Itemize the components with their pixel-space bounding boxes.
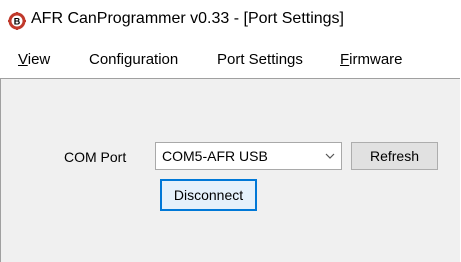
menu-bar: View Configuration Port Settings Firmwar… (0, 44, 461, 75)
menu-firmware-label: irmware (349, 51, 403, 68)
svg-text:B: B (14, 17, 21, 27)
refresh-button[interactable]: Refresh (351, 142, 438, 170)
app-window: B AFR CanProgrammer v0.33 - [Port Settin… (0, 0, 461, 262)
afr-logo-icon: B (8, 12, 26, 30)
com-port-label: COM Port (64, 149, 127, 165)
menu-firmware-mnemonic: F (340, 51, 350, 68)
menu-view-mnemonic: V (18, 51, 28, 68)
com-port-value: COM5-AFR USB (162, 148, 268, 164)
port-settings-panel: COM Port COM5-AFR USB Refresh Disconnect (0, 78, 460, 262)
menu-port-settings[interactable]: Port Settings (217, 51, 303, 68)
menu-firmware[interactable]: Firmware (340, 51, 403, 68)
title-bar: B AFR CanProgrammer v0.33 - [Port Settin… (0, 0, 461, 44)
menu-view-label: iew (27, 51, 51, 68)
menu-configuration[interactable]: Configuration (89, 51, 178, 68)
chevron-down-icon[interactable] (325, 152, 335, 160)
menu-view[interactable]: View (18, 51, 50, 68)
disconnect-button[interactable]: Disconnect (160, 179, 257, 211)
com-port-select[interactable]: COM5-AFR USB (155, 142, 342, 170)
window-title: AFR CanProgrammer v0.33 - [Port Settings… (31, 10, 344, 27)
